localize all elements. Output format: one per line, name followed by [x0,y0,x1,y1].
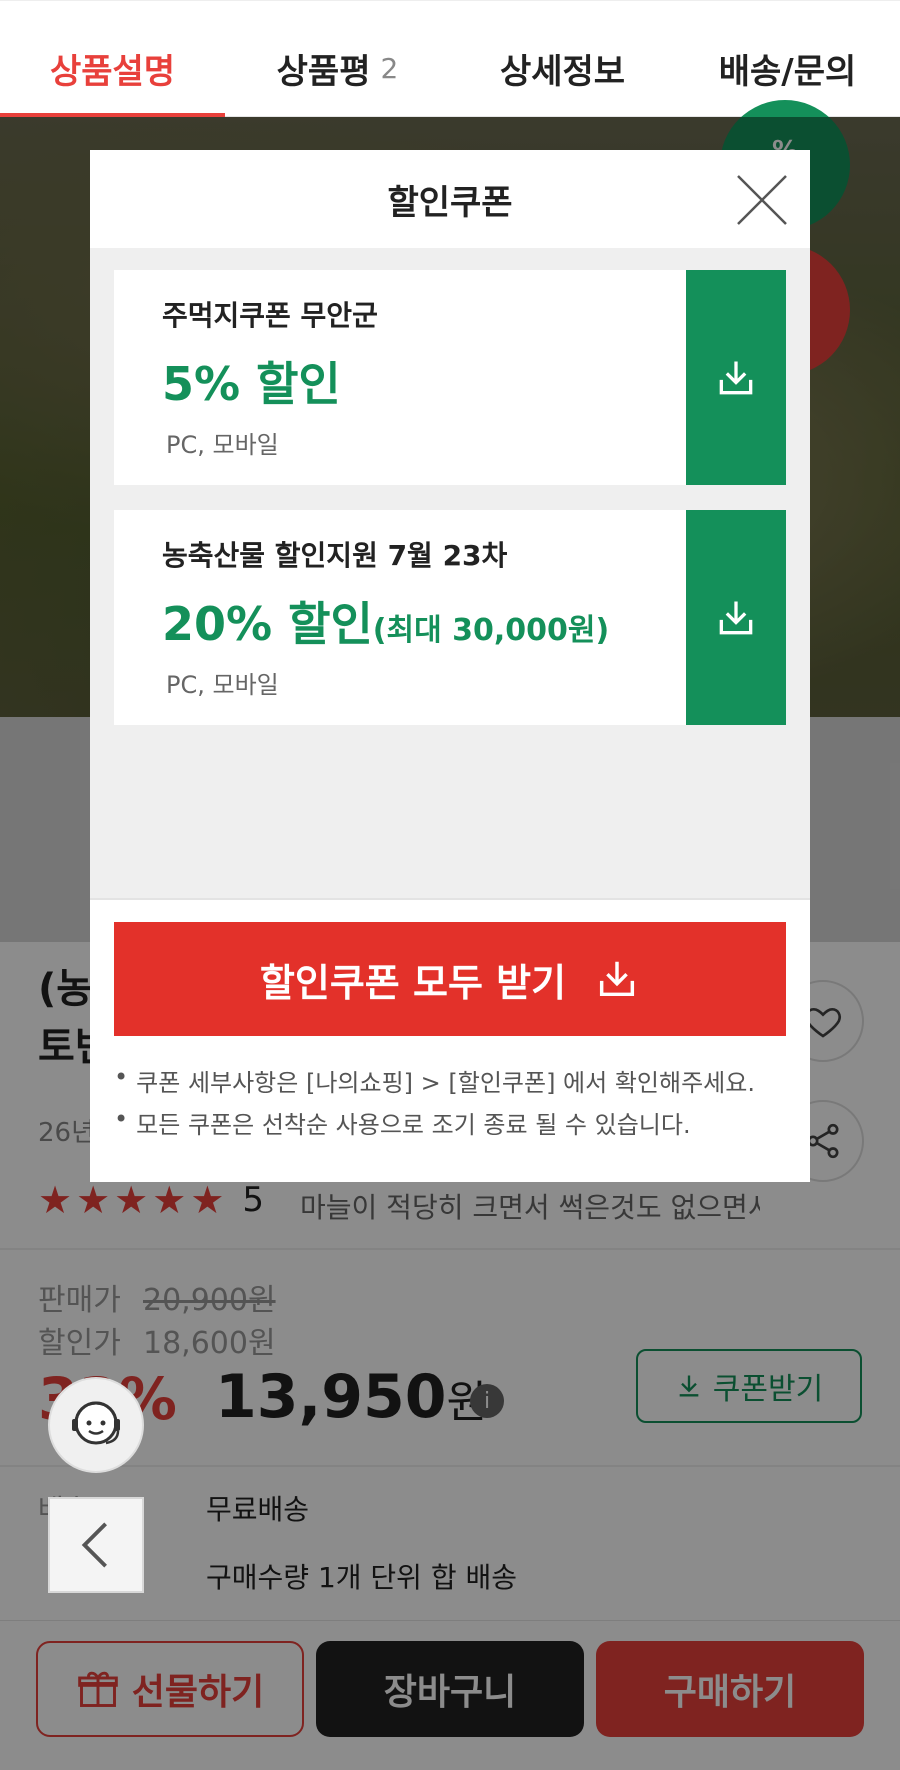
bullet: • [114,1105,129,1133]
download-icon [719,601,753,634]
notice-text: 쿠폰 세부사항은 [나의쇼핑] > [할인쿠폰] 에서 확인해주세요. [136,1069,755,1097]
coupon-download-button[interactable] [686,510,786,725]
coupon-list: 주먹지쿠폰 무안군 5% 할인 PC, 모바일 농축산물 할인지원 7월 23차… [90,248,810,898]
modal-title: 할인쿠폰 [387,182,513,223]
coupon-discount: 20% 할인(최대 30,000원) [162,588,609,654]
tab-reviews[interactable]: 상품평 2 [225,23,450,113]
coupon-platform: PC, 모바일 [166,431,279,459]
review-count: 2 [380,51,399,85]
coupon-name: 주먹지쿠폰 무안군 [162,299,378,332]
tab-bar: 상품설명 상품평 2 상세정보 배송/문의 [0,0,900,119]
coupon-discount: 5% 할인 [162,348,341,414]
download-icon [719,361,753,394]
coupon-card: 농축산물 할인지원 7월 23차 20% 할인(최대 30,000원) PC, … [114,510,786,725]
coupon-name: 농축산물 할인지원 7월 23차 [162,539,508,572]
close-button[interactable] [734,172,790,228]
coupon-card: 주먹지쿠폰 무안군 5% 할인 PC, 모바일 [114,270,786,485]
chevron-left-icon [81,1522,107,1568]
coupon-modal: 할인쿠폰 주먹지쿠폰 무안군 5% 할인 PC, 모바일 농축산물 할인지원 7… [90,150,810,1182]
download-all-label: 할인쿠폰 모두 받기 [259,960,567,1005]
tab-label: 상품설명 [49,51,176,92]
coupon-platform: PC, 모바일 [166,671,279,699]
modal-footer: 할인쿠폰 모두 받기 • 쿠폰 세부사항은 [나의쇼핑] > [할인쿠폰] 에서… [90,898,810,1182]
bottom-bar-dim [0,1620,900,1770]
tab-label: 배송/문의 [718,51,857,92]
coupon-download-button[interactable] [686,270,786,485]
coupon-discount-value: 20% 할인 [162,597,373,651]
modal-header: 할인쿠폰 [90,150,810,248]
coupon-discount-value: 5% 할인 [162,357,341,411]
tab-details[interactable]: 상세정보 [450,23,675,113]
tab-label: 상품평 [276,51,371,92]
close-icon [737,175,787,225]
coupon-max-discount: (최대 30,000원) [372,613,610,648]
tab-product-description[interactable]: 상품설명 [0,23,225,113]
notice-item: • 쿠폰 세부사항은 [나의쇼핑] > [할인쿠폰] 에서 확인해주세요. [114,1063,794,1098]
back-button[interactable] [48,1497,144,1593]
notice-item: • 모든 쿠폰은 선착순 사용으로 조기 종료 될 수 있습니다. [114,1105,794,1140]
bullet: • [114,1063,129,1091]
chatbot-icon [72,1401,120,1445]
chatbot-button[interactable] [48,1377,144,1473]
notice-text: 모든 쿠폰은 선착순 사용으로 조기 종료 될 수 있습니다. [136,1111,691,1139]
download-all-coupons-button[interactable]: 할인쿠폰 모두 받기 [114,922,786,1036]
download-icon [600,961,635,997]
tab-label: 상세정보 [499,51,626,92]
